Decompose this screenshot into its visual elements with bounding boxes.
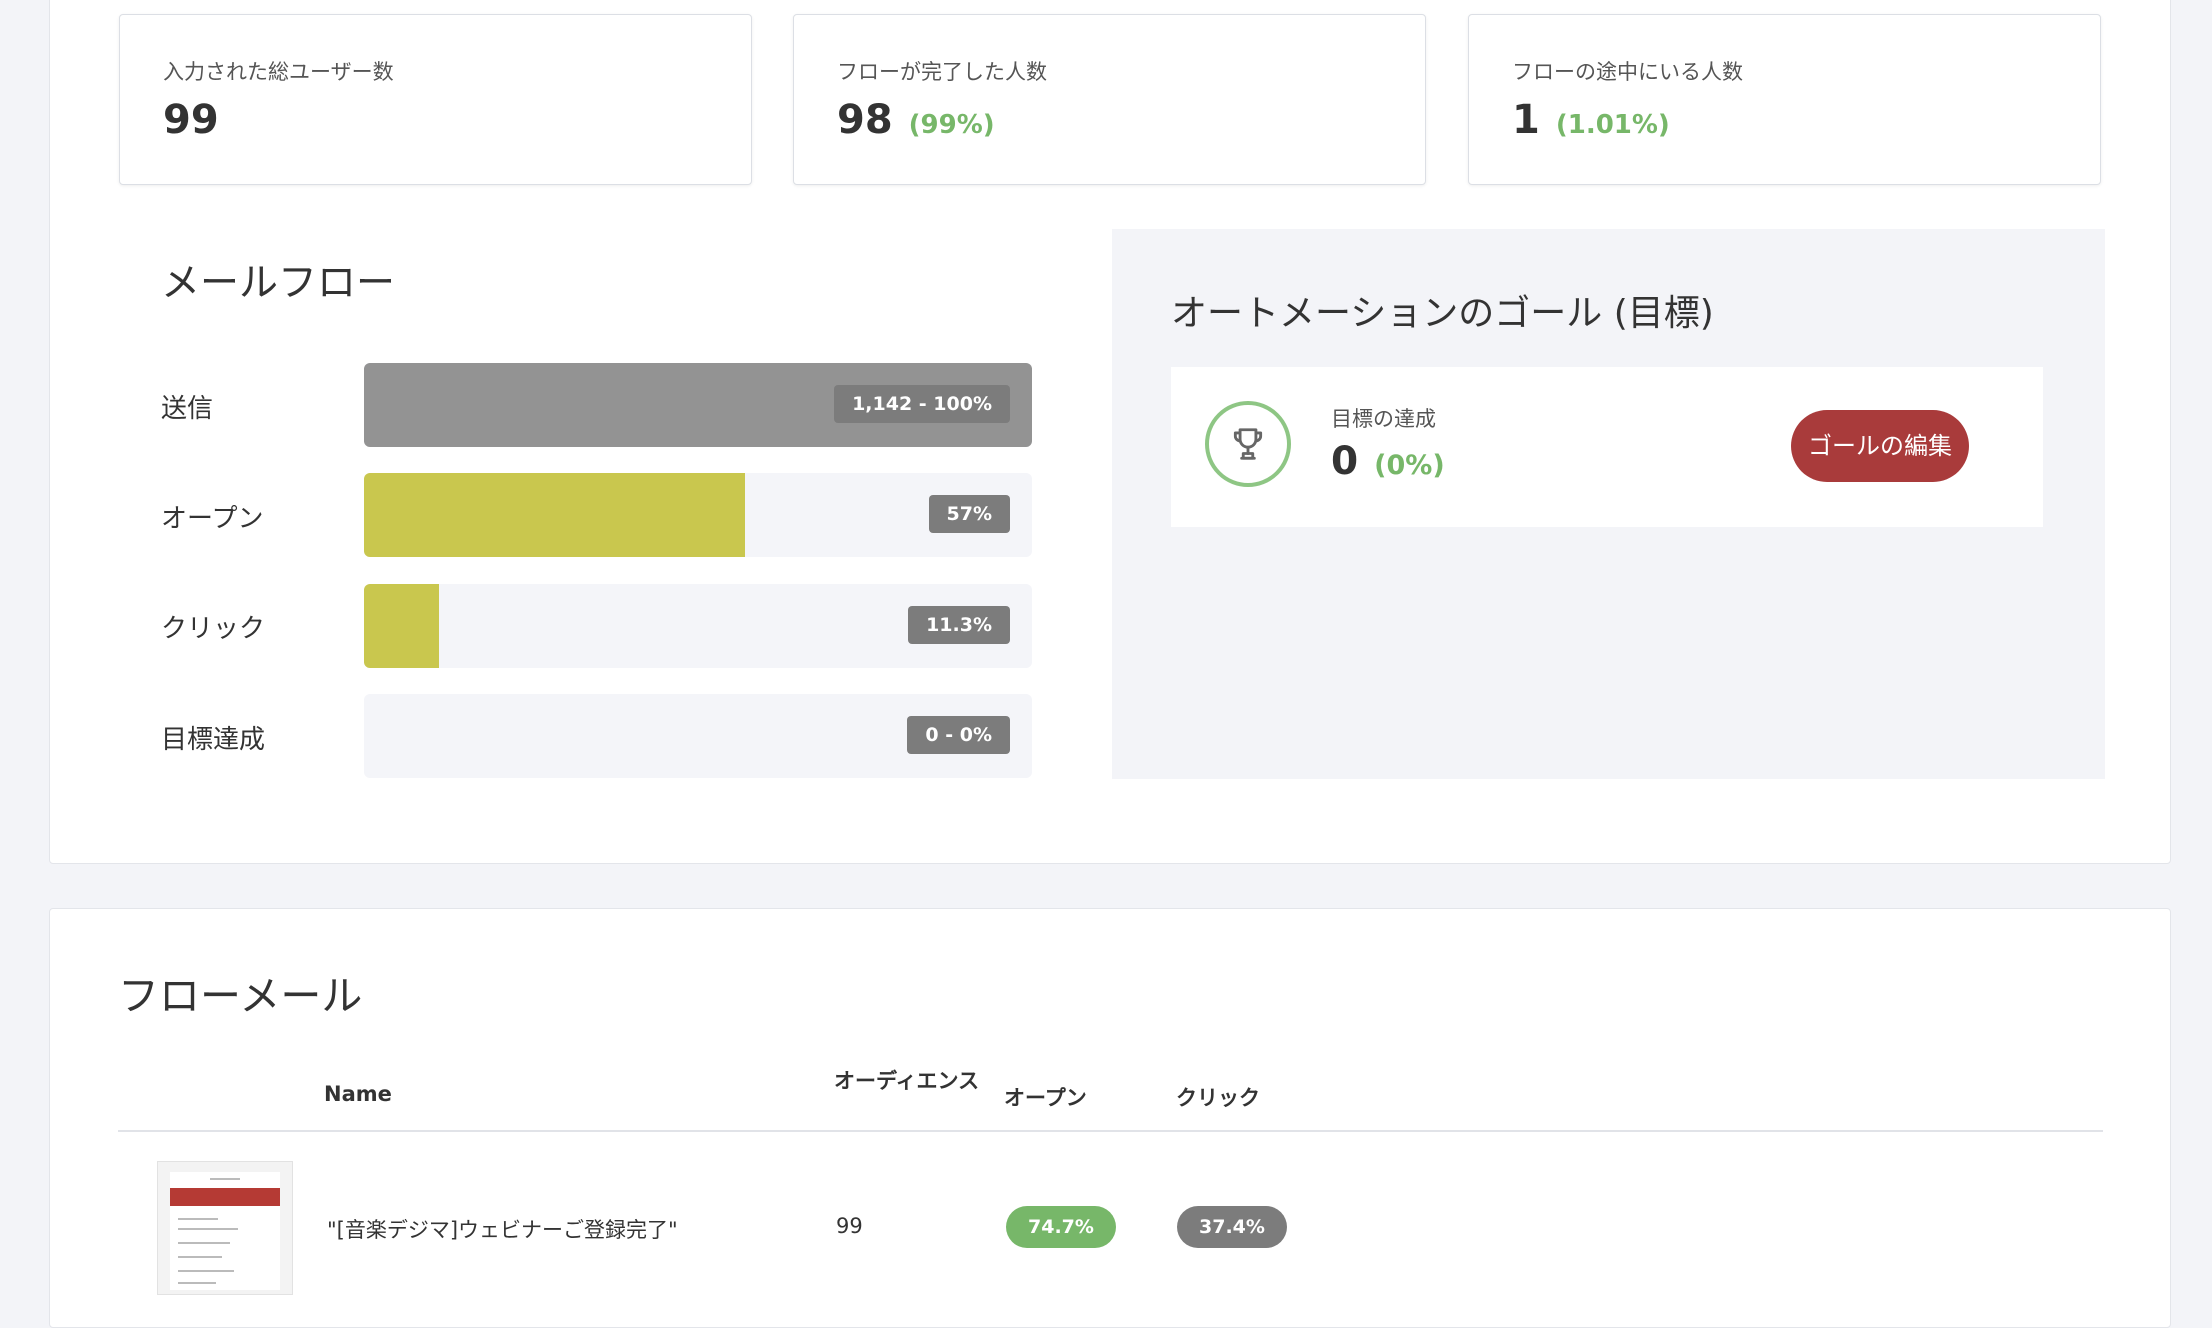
stat-percent: (1.01%) (1555, 110, 1670, 140)
bar-fill (364, 584, 440, 668)
table-header-divider (118, 1130, 2103, 1132)
trophy-icon (1205, 401, 1291, 487)
thumb-line (178, 1242, 230, 1244)
email-thumbnail[interactable] (157, 1161, 293, 1295)
bar-value-tag: 57% (928, 495, 1010, 533)
thumb-header-band (170, 1188, 280, 1206)
flow-label-goal: 目標達成 (161, 725, 266, 755)
stat-label: 入力された総ユーザー数 (163, 60, 394, 84)
column-header-open[interactable]: オープン (1004, 1082, 1087, 1112)
stat-card-total-users: 入力された総ユーザー数 99 (119, 14, 752, 185)
column-header-click[interactable]: クリック (1176, 1082, 1260, 1112)
email-name-link[interactable]: "[音楽デジマ]ウェビナーご登録完了" (327, 1214, 678, 1244)
stat-value: 98 (99%) (837, 97, 995, 143)
edit-goal-button[interactable]: ゴールの編集 (1791, 410, 1969, 482)
thumb-line (178, 1256, 222, 1258)
flow-bar-click: 11.3% (364, 584, 1032, 668)
stat-percent: (99%) (908, 110, 995, 140)
flow-bar-goal: 0 - 0% (364, 694, 1032, 778)
thumb-line (178, 1228, 238, 1230)
bar-fill (364, 473, 745, 557)
column-header-audience[interactable]: オーディエンス (834, 1070, 984, 1092)
flow-label-open: オープン (161, 504, 264, 534)
email-thumbnail-preview (170, 1172, 280, 1290)
stat-label: フローの途中にいる人数 (1512, 60, 1743, 84)
goal-percent: (0%) (1374, 450, 1445, 481)
flow-bar-sent: 1,142 - 100% (364, 363, 1032, 447)
bar-value-tag: 11.3% (908, 606, 1010, 644)
automation-goal-panel: オートメーションのゴール (目標) 目標の達成 0 (0%) ゴールの編集 (1112, 229, 2105, 779)
open-rate-badge: 74.7% (1006, 1206, 1116, 1248)
click-rate-badge: 37.4% (1177, 1206, 1287, 1248)
bar-value-tag: 1,142 - 100% (834, 385, 1010, 423)
thumb-line (178, 1270, 234, 1272)
stat-value: 1 (1.01%) (1512, 97, 1670, 143)
thumb-line (178, 1218, 218, 1220)
stat-value: 99 (163, 97, 219, 143)
goal-box: 目標の達成 0 (0%) ゴールの編集 (1171, 367, 2043, 527)
thumb-line (210, 1178, 240, 1180)
stat-label: フローが完了した人数 (837, 60, 1047, 84)
column-header-name[interactable]: Name (324, 1082, 392, 1106)
thumb-line (178, 1282, 216, 1284)
flow-mails-panel (49, 908, 2171, 1328)
email-audience: 99 (836, 1214, 863, 1238)
flow-bar-open: 57% (364, 473, 1032, 557)
stat-card-in-progress: フローの途中にいる人数 1 (1.01%) (1468, 14, 2101, 185)
goal-label: 目標の達成 (1331, 407, 1436, 431)
bar-value-tag: 0 - 0% (907, 716, 1010, 754)
flow-label-sent: 送信 (161, 394, 214, 424)
flow-mails-title: フローメール (118, 972, 363, 1020)
flow-label-click: クリック (161, 614, 266, 644)
goal-title: オートメーションのゴール (目標) (1171, 293, 1714, 334)
mail-flow-title: メールフロー (161, 261, 396, 306)
goal-value: 0 (0%) (1331, 439, 1445, 484)
stat-card-completed: フローが完了した人数 98 (99%) (793, 14, 1426, 185)
